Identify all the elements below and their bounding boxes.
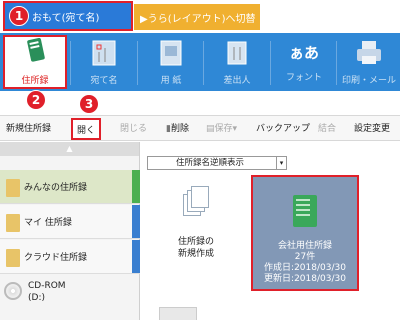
save-button[interactable]: ▤保存▾: [206, 121, 237, 134]
ribbon-paper-button[interactable]: 用 紙: [139, 35, 203, 89]
ribbon-atena-button[interactable]: 宛て名: [72, 35, 136, 89]
ribbon-sender-button[interactable]: 差出人: [205, 35, 269, 89]
new-document-icon: [183, 186, 209, 218]
ribbon-print-mail-button[interactable]: 印刷・メール: [338, 35, 400, 89]
postcard-icon: [92, 40, 116, 66]
new-address-book-tile[interactable]: 住所録の 新規作成: [161, 186, 231, 260]
sidebar-item-everyone[interactable]: みんなの住所録: [0, 170, 140, 204]
chevron-down-icon: ▾: [232, 124, 238, 134]
command-toolbar: 新規住所録 開く 閉じる ▮削除 ▤保存▾ バックアップ 結合 設定変更: [0, 115, 400, 141]
color-strip: [132, 170, 140, 203]
address-book-icon: [6, 249, 20, 267]
open-button[interactable]: 開く: [71, 118, 101, 140]
top-tab-strip: おもて(宛て名) ▶うら(レイアウト)へ切替: [0, 0, 400, 33]
sort-order-select[interactable]: 住所録名逆順表示 ▾: [147, 156, 287, 170]
tab-ura-switch[interactable]: ▶うら(レイアウト)へ切替: [134, 4, 260, 30]
color-strip: [132, 205, 140, 238]
sidebar-item-my[interactable]: マイ 住所録: [0, 205, 140, 239]
merge-button[interactable]: 結合: [318, 121, 336, 134]
color-strip: [132, 240, 140, 273]
settings-change-button[interactable]: 設定変更: [354, 121, 390, 134]
paper-icon: [160, 40, 182, 66]
chevron-down-icon: ▾: [276, 157, 286, 169]
partial-next-tile: [159, 307, 197, 320]
sender-icon: [227, 41, 247, 65]
new-address-book-button[interactable]: 新規住所録: [6, 121, 51, 134]
delete-button[interactable]: ▮削除: [166, 121, 189, 134]
step-badge-3: 3: [79, 94, 99, 114]
step-badge-2: 2: [26, 90, 46, 110]
backup-button[interactable]: バックアップ: [256, 121, 310, 134]
company-address-book-card[interactable]: 会社用住所録 27件 作成日:2018/03/30 更新日:2018/03/30: [251, 175, 359, 291]
printer-icon: [357, 41, 381, 64]
cd-rom-icon: [4, 282, 22, 300]
scroll-up-arrow[interactable]: ▲: [0, 142, 139, 156]
step-badge-1: 1: [9, 6, 29, 26]
save-icon: ▤: [206, 124, 215, 134]
font-icon: ぁあ: [288, 44, 319, 62]
ribbon-font-button[interactable]: ぁあ フォント: [272, 35, 336, 89]
address-book-icon: [6, 214, 20, 232]
notebook-icon: [293, 195, 317, 227]
address-book-grid: 住所録名逆順表示 ▾ 住所録の 新規作成 会社用住所録 27件 作成日:2018…: [141, 142, 400, 320]
sidebar-item-cloud[interactable]: クラウド住所録: [0, 240, 140, 274]
address-book-icon: [6, 179, 20, 197]
ribbon-address-book-button[interactable]: 住所録: [3, 35, 67, 89]
sidebar-item-cdrom[interactable]: CD-ROM (D:): [0, 274, 140, 314]
address-book-sidebar: ▲ みんなの住所録 マイ 住所録 クラウド住所録 CD-ROM (D:): [0, 142, 140, 320]
address-book-icon: [27, 37, 45, 62]
close-button[interactable]: 閉じる: [120, 121, 147, 134]
ribbon: 住所録 宛て名 用 紙 差出人 ぁあ フォント 印刷・メール: [0, 33, 400, 91]
